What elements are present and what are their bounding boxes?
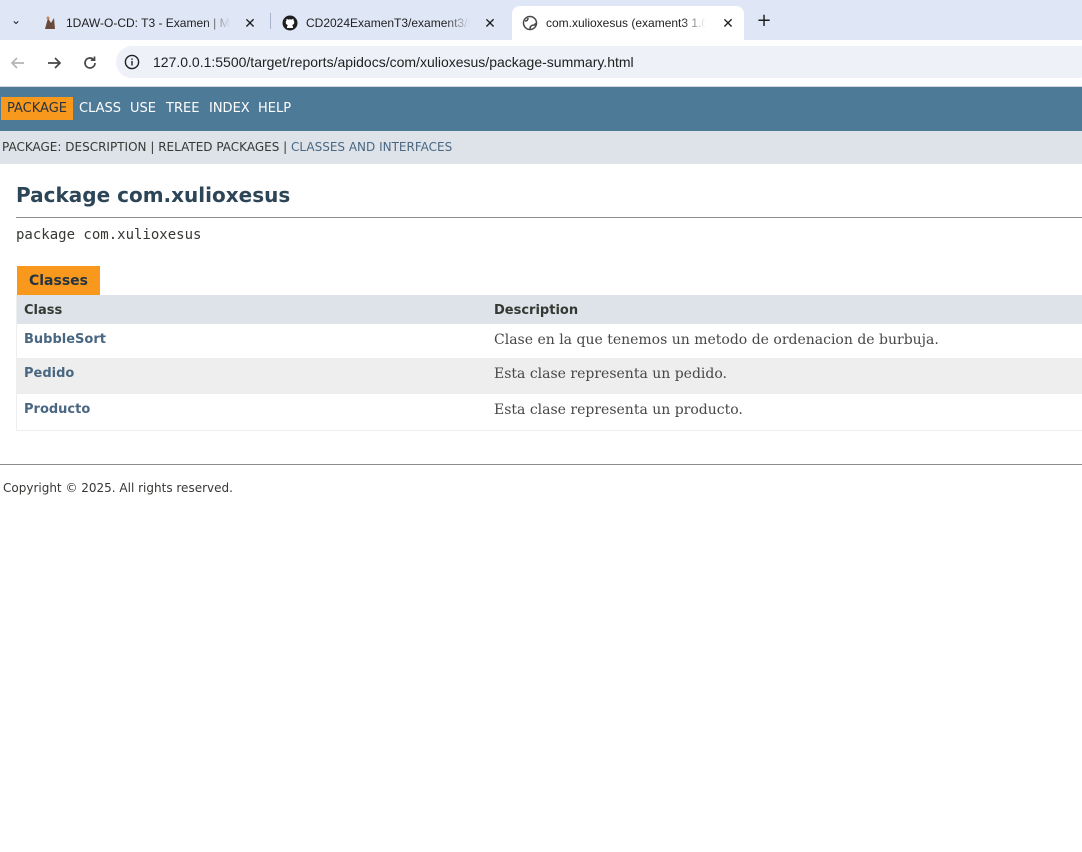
site-info-icon[interactable]	[124, 54, 140, 70]
tab-search-chevron-icon[interactable]: ⌄	[4, 8, 28, 32]
subnav-prefix: PACKAGE:	[2, 140, 62, 154]
classes-table: Class Description BubbleSort Clase en la…	[16, 295, 1082, 431]
copyright-notice: Copyright © 2025. All rights reserved.	[3, 481, 233, 495]
browser-tab-strip: ⌄ 1DAW-O-CD: T3 - Examen | Me ✕ CD2024Ex…	[0, 0, 1082, 40]
sub-navigation: PACKAGE: DESCRIPTION | RELATED PACKAGES …	[0, 131, 1082, 164]
classes-caption: Classes	[17, 266, 100, 295]
browser-toolbar: 127.0.0.1:5500/target/reports/apidocs/co…	[0, 40, 1082, 87]
nav-help[interactable]: HELP	[258, 97, 291, 120]
subnav-description: DESCRIPTION	[65, 140, 147, 154]
tab-title: CD2024ExamenT3/exament3/src	[306, 16, 470, 30]
back-arrow-icon[interactable]	[7, 52, 29, 74]
top-navigation: PACKAGE CLASS USE TREE INDEX HELP	[0, 87, 1082, 131]
footer-divider	[0, 464, 1082, 465]
title-divider	[16, 217, 1082, 218]
nav-package: PACKAGE	[1, 97, 73, 120]
nav-index[interactable]: INDEX	[209, 97, 250, 120]
close-tab-icon[interactable]: ✕	[482, 15, 498, 31]
table-header: Class Description	[17, 295, 1082, 324]
reload-icon[interactable]	[79, 52, 101, 74]
close-tab-icon[interactable]: ✕	[720, 15, 736, 31]
column-header-class: Class	[24, 303, 63, 318]
subnav-separator: |	[150, 140, 155, 154]
page-title: Package com.xulioxesus	[16, 183, 291, 207]
tab-title: 1DAW-O-CD: T3 - Examen | Me	[66, 16, 230, 30]
column-header-description: Description	[494, 303, 579, 318]
address-bar[interactable]: 127.0.0.1:5500/target/reports/apidocs/co…	[116, 46, 1082, 78]
subnav-related-packages: RELATED PACKAGES	[158, 140, 280, 154]
table-row: Producto Esta clase representa un produc…	[17, 394, 1082, 430]
subnav-separator: |	[283, 140, 288, 154]
nav-tree[interactable]: TREE	[166, 97, 199, 120]
class-description: Clase en la que tenemos un metodo de ord…	[494, 332, 939, 348]
browser-tab-moodle[interactable]: 1DAW-O-CD: T3 - Examen | Me ✕	[32, 6, 266, 40]
table-row: BubbleSort Clase en la que tenemos un me…	[17, 324, 1082, 358]
class-description: Esta clase representa un pedido.	[494, 366, 728, 382]
tab-title: com.xulioxesus (exament3 1.0-SNAPSHOT AP…	[546, 16, 706, 30]
class-description: Esta clase representa un producto.	[494, 402, 743, 418]
table-row: Pedido Esta clase representa un pedido.	[17, 358, 1082, 394]
new-tab-plus-icon[interactable]: +	[753, 9, 775, 31]
tab-divider	[270, 13, 271, 29]
class-link-producto[interactable]: Producto	[24, 402, 90, 417]
github-icon	[282, 15, 298, 31]
url-text: 127.0.0.1:5500/target/reports/apidocs/co…	[153, 54, 634, 70]
globe-icon	[522, 15, 538, 31]
package-declaration: package com.xulioxesus	[16, 227, 202, 243]
subnav-links: PACKAGE: DESCRIPTION | RELATED PACKAGES …	[2, 140, 452, 154]
nav-class[interactable]: CLASS	[79, 97, 121, 120]
browser-tab-active[interactable]: com.xulioxesus (exament3 1.0-SNAPSHOT AP…	[512, 6, 744, 40]
subnav-classes-link[interactable]: CLASSES AND INTERFACES	[291, 140, 452, 154]
close-tab-icon[interactable]: ✕	[242, 15, 258, 31]
browser-tab-github[interactable]: CD2024ExamenT3/exament3/src ✕	[272, 6, 506, 40]
nav-use[interactable]: USE	[130, 97, 156, 120]
class-link-pedido[interactable]: Pedido	[24, 366, 74, 381]
class-link-bubblesort[interactable]: BubbleSort	[24, 332, 106, 347]
forward-arrow-icon[interactable]	[43, 52, 65, 74]
moodle-icon	[42, 15, 58, 31]
